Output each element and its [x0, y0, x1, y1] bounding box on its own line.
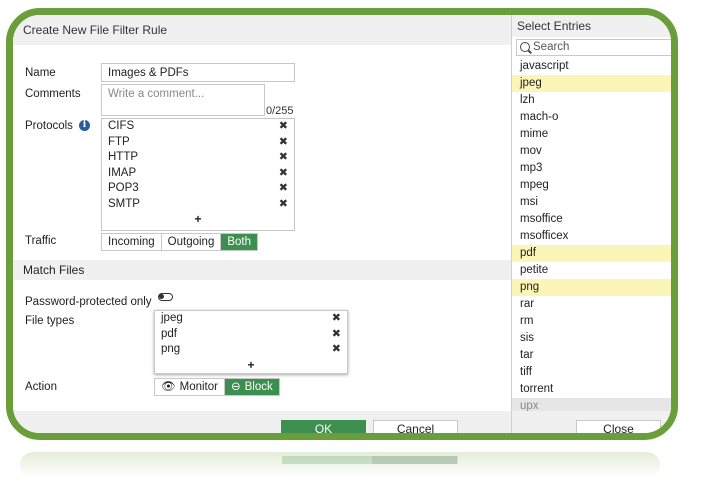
password-protected-label: Password-protected only: [25, 296, 152, 308]
protocols-list: CIFS ✖ FTP ✖ HTTP ✖ IMAP ✖ POP3 ✖ SMTP ✖ +: [101, 118, 295, 231]
traffic-option-outgoing[interactable]: Outgoing: [161, 234, 222, 250]
file-types-label: File types: [25, 315, 75, 327]
protocols-label: Protocols: [25, 120, 73, 132]
remove-icon[interactable]: ✖: [332, 327, 341, 343]
ok-button[interactable]: OK: [281, 420, 366, 433]
entry-item[interactable]: mpeg: [512, 177, 671, 194]
action-monitor-option[interactable]: 👁 Monitor: [155, 379, 225, 395]
protocol-item-label: IMAP: [108, 166, 137, 179]
select-entries-panel: Select Entries Search javascript jpeg lzh m…: [511, 15, 671, 433]
protocol-item-label: FTP: [108, 135, 130, 148]
protocol-item: HTTP ✖: [102, 150, 294, 166]
entry-item[interactable]: torrent: [512, 381, 671, 398]
protocol-item: SMTP ✖: [102, 197, 294, 213]
entry-item[interactable]: msi: [512, 194, 671, 211]
traffic-label: Traffic: [25, 235, 57, 247]
remove-icon[interactable]: ✖: [279, 135, 288, 151]
remove-icon[interactable]: ✖: [279, 150, 288, 166]
entry-item[interactable]: mach-o: [512, 109, 671, 126]
name-label: Name: [25, 67, 56, 79]
protocol-item-label: POP3: [108, 182, 139, 194]
entry-item[interactable]: msofficex: [512, 228, 671, 245]
protocol-item: CIFS ✖: [102, 119, 294, 135]
info-icon[interactable]: i: [79, 120, 90, 131]
entry-item[interactable]: mp3: [512, 160, 671, 177]
file-type-item-label: pdf: [161, 327, 177, 340]
panel-title: Select Entries: [512, 15, 671, 37]
remove-icon[interactable]: ✖: [332, 342, 341, 358]
protocol-item: FTP ✖: [102, 135, 294, 151]
entry-item[interactable]: msoffice: [512, 211, 671, 228]
file-type-item: png ✖: [155, 342, 347, 358]
entry-item[interactable]: rar: [512, 296, 671, 313]
entry-item[interactable]: pdf: [512, 245, 671, 262]
eye-icon: 👁: [161, 381, 176, 393]
dialog-title: Create New File Filter Rule: [13, 15, 511, 45]
action-block-option[interactable]: ⊖ Block: [224, 379, 279, 395]
cancel-button[interactable]: Cancel: [373, 420, 458, 433]
frame-reflection: [20, 452, 660, 478]
entry-item[interactable]: tar: [512, 347, 671, 364]
comment-char-counter: 0/255: [266, 105, 294, 117]
remove-icon[interactable]: ✖: [332, 311, 341, 327]
protocol-item: IMAP ✖: [102, 166, 294, 182]
protocol-item: POP3 ✖: [102, 181, 294, 197]
search-icon: [520, 42, 530, 52]
file-types-list: jpeg ✖ pdf ✖ png ✖ +: [154, 310, 348, 374]
file-type-item: pdf ✖: [155, 327, 347, 343]
traffic-selector: Incoming Outgoing Both: [101, 233, 259, 251]
password-protected-toggle[interactable]: [158, 293, 173, 301]
add-entry-button[interactable]: +: [102, 212, 294, 227]
traffic-option-incoming[interactable]: Incoming: [102, 234, 162, 250]
block-icon: ⊖: [230, 381, 241, 393]
protocol-item-label: SMTP: [108, 197, 140, 210]
search-input[interactable]: Search: [516, 39, 671, 56]
remove-icon[interactable]: ✖: [279, 181, 288, 197]
protocol-item-label: HTTP: [108, 151, 139, 163]
match-files-header: Match Files: [13, 260, 511, 280]
entry-item[interactable]: mime: [512, 126, 671, 143]
file-type-item-label: jpeg: [161, 312, 183, 324]
entry-item[interactable]: png: [512, 279, 671, 296]
name-input[interactable]: Images & PDFs: [101, 63, 295, 82]
entries-list: javascript jpeg lzh mach-o mime mov mp3 mpeg msi…: [512, 58, 671, 415]
file-filter-rule-dialog: Create New File Filter Rule Name Images …: [13, 15, 511, 433]
file-type-item: jpeg ✖: [155, 311, 347, 327]
protocol-item-label: CIFS: [108, 120, 135, 132]
remove-icon[interactable]: ✖: [279, 197, 288, 213]
entry-item[interactable]: lzh: [512, 92, 671, 109]
entry-item[interactable]: rm: [512, 313, 671, 330]
comments-label: Comments: [25, 88, 81, 100]
add-entry-button[interactable]: +: [155, 358, 347, 373]
close-button[interactable]: Close: [576, 420, 661, 433]
entry-item[interactable]: petite: [512, 262, 671, 279]
action-selector: 👁 Monitor ⊖ Block: [154, 378, 280, 396]
entry-item[interactable]: tiff: [512, 364, 671, 381]
entry-item[interactable]: javascript: [512, 58, 671, 75]
action-label: Action: [25, 381, 57, 393]
entry-item[interactable]: sis: [512, 330, 671, 347]
entry-item[interactable]: mov: [512, 143, 671, 160]
file-type-item-label: png: [161, 343, 181, 355]
remove-icon[interactable]: ✖: [279, 119, 288, 135]
remove-icon[interactable]: ✖: [279, 166, 288, 182]
screenshot-frame: Create New File Filter Rule Name Images …: [6, 8, 678, 440]
entry-item[interactable]: jpeg: [512, 75, 671, 92]
comments-textarea[interactable]: Write a comment...: [101, 84, 265, 116]
traffic-option-both[interactable]: Both: [221, 234, 258, 250]
